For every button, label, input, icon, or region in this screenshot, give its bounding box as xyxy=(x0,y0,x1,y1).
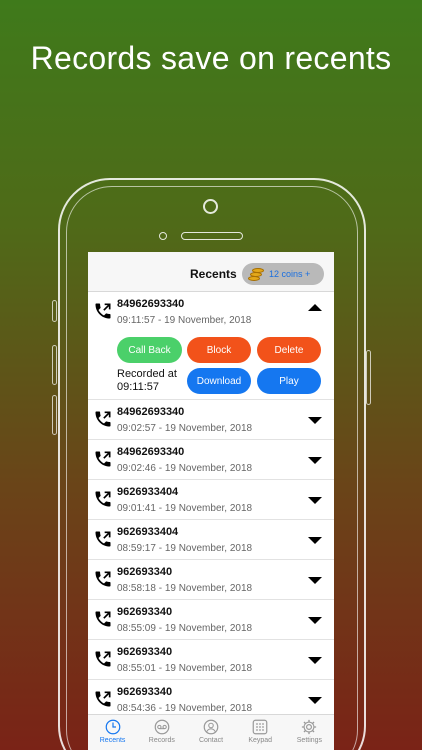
phone-volume-up xyxy=(52,345,57,385)
outgoing-call-icon xyxy=(95,651,111,667)
call-time: 09:02:46 - 19 November, 2018 xyxy=(117,463,253,474)
call-list: 84962693340 09:02:57 - 19 November, 2018 8… xyxy=(88,400,334,720)
call-time: 09:01:41 - 19 November, 2018 xyxy=(117,503,253,514)
call-time: 08:58:18 - 19 November, 2018 xyxy=(117,583,253,594)
block-button[interactable]: Block xyxy=(187,337,251,363)
gear-icon xyxy=(302,719,317,735)
outgoing-call-icon xyxy=(95,611,111,627)
tab-label: Settings xyxy=(296,737,323,744)
tab-label: Records xyxy=(148,737,175,744)
outgoing-call-icon xyxy=(95,571,111,587)
page-title: Recents xyxy=(190,267,237,281)
recorded-at-time: 09:11:57 xyxy=(117,381,160,393)
call-time: 08:54:36 - 19 November, 2018 xyxy=(117,703,253,714)
phone-camera xyxy=(203,199,218,214)
phone-power-button xyxy=(366,350,371,405)
call-number: 84962693340 xyxy=(117,406,185,418)
call-row[interactable]: 9626933404 08:59:17 - 19 November, 2018 xyxy=(88,520,334,560)
phone-mute-switch xyxy=(52,300,57,322)
call-back-button[interactable]: Call Back xyxy=(117,337,182,363)
outgoing-call-icon xyxy=(95,451,111,467)
app-screen: Recents 12 coins + 84962693340 09:11:57 … xyxy=(88,252,334,750)
phone-sensor xyxy=(159,232,167,240)
expand-chevron-icon[interactable] xyxy=(308,457,322,464)
keypad-icon xyxy=(252,719,268,735)
call-number: 9626933404 xyxy=(117,526,179,538)
tab-label: Contact xyxy=(198,737,224,744)
recorded-at-label: Recorded at 09:11:57 xyxy=(117,368,177,394)
clock-icon xyxy=(105,719,120,735)
records-icon xyxy=(154,719,170,735)
call-row[interactable]: 84962693340 09:02:57 - 19 November, 2018 xyxy=(88,400,334,440)
expand-chevron-icon[interactable] xyxy=(308,617,322,624)
call-row[interactable]: 962693340 08:58:18 - 19 November, 2018 xyxy=(88,560,334,600)
phone-speaker xyxy=(181,232,243,240)
coins-button[interactable]: 12 coins + xyxy=(242,263,324,285)
expand-chevron-icon[interactable] xyxy=(308,537,322,544)
call-number: 9626933404 xyxy=(117,486,179,498)
expand-chevron-icon[interactable] xyxy=(308,497,322,504)
tab-keypad[interactable]: Keypad xyxy=(236,715,285,750)
call-number: 962693340 xyxy=(117,686,173,698)
coins-label: 12 coins + xyxy=(269,269,311,279)
call-number: 84962693340 xyxy=(117,446,185,458)
outgoing-call-icon xyxy=(95,491,111,507)
download-button[interactable]: Download xyxy=(187,368,251,394)
call-time: 09:11:57 - 19 November, 2018 xyxy=(117,315,252,326)
tab-recents[interactable]: Recents xyxy=(88,715,137,750)
call-row-expanded[interactable]: 84962693340 09:11:57 - 19 November, 2018… xyxy=(88,292,334,400)
call-number: 962693340 xyxy=(117,646,173,658)
tab-label: Keypad xyxy=(248,737,273,744)
tab-bar: Recents Records Contact Keypad Settings xyxy=(88,714,334,750)
call-time: 08:55:01 - 19 November, 2018 xyxy=(117,663,253,674)
expand-chevron-icon[interactable] xyxy=(308,657,322,664)
outgoing-call-icon xyxy=(95,303,111,319)
call-time: 09:02:57 - 19 November, 2018 xyxy=(117,423,253,434)
tab-records[interactable]: Records xyxy=(137,715,186,750)
call-number: 962693340 xyxy=(117,606,173,618)
call-row[interactable]: 9626933404 09:01:41 - 19 November, 2018 xyxy=(88,480,334,520)
coins-icon xyxy=(248,266,266,282)
call-row[interactable]: 962693340 08:55:01 - 19 November, 2018 xyxy=(88,640,334,680)
expand-chevron-icon[interactable] xyxy=(308,417,322,424)
outgoing-call-icon xyxy=(95,691,111,707)
call-row[interactable]: 84962693340 09:02:46 - 19 November, 2018 xyxy=(88,440,334,480)
call-number: 84962693340 xyxy=(117,298,185,310)
delete-button[interactable]: Delete xyxy=(257,337,321,363)
call-number: 962693340 xyxy=(117,566,173,578)
call-row[interactable]: 962693340 08:55:09 - 19 November, 2018 xyxy=(88,600,334,640)
outgoing-call-icon xyxy=(95,411,111,427)
expand-chevron-icon[interactable] xyxy=(308,697,322,704)
collapse-chevron-icon[interactable] xyxy=(308,304,322,311)
tab-contact[interactable]: Contact xyxy=(186,715,235,750)
tab-settings[interactable]: Settings xyxy=(285,715,334,750)
outgoing-call-icon xyxy=(95,531,111,547)
headline: Records save on recents xyxy=(30,40,392,76)
call-time: 08:55:09 - 19 November, 2018 xyxy=(117,623,253,634)
navigation-bar: Recents 12 coins + xyxy=(88,252,334,292)
call-time: 08:59:17 - 19 November, 2018 xyxy=(117,543,253,554)
expand-chevron-icon[interactable] xyxy=(308,577,322,584)
contact-icon xyxy=(203,719,219,735)
tab-label: Recents xyxy=(99,737,126,744)
recorded-at-text: Recorded at xyxy=(117,368,177,380)
phone-volume-down xyxy=(52,395,57,435)
play-button[interactable]: Play xyxy=(257,368,321,394)
